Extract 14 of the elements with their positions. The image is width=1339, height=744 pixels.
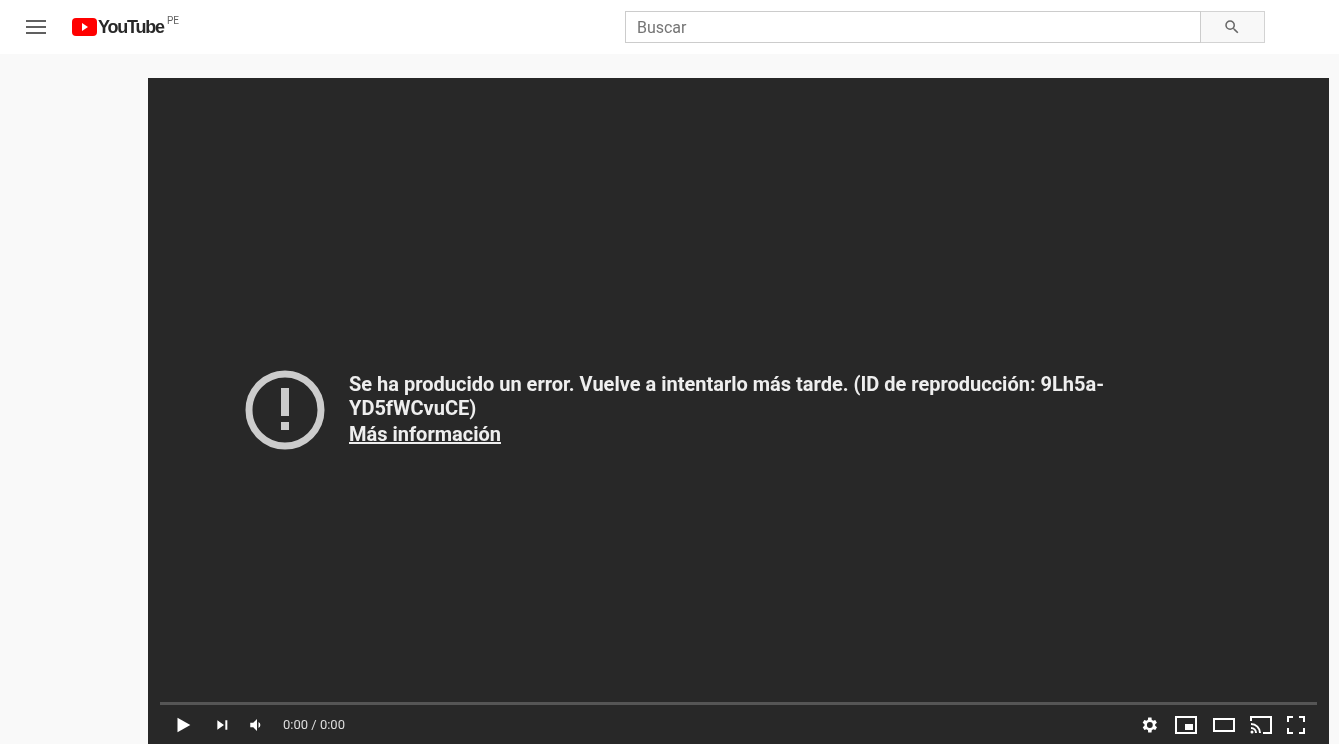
search-field[interactable]: Buscar (624, 11, 1201, 43)
logo-text[interactable]: YouTube (98, 16, 164, 38)
menu-icon[interactable] (26, 20, 46, 34)
region-label: PE (166, 16, 179, 26)
miniplayer-icon[interactable] (1175, 715, 1197, 734)
search-button[interactable] (1200, 11, 1265, 43)
time-display: 0:00 / 0:00 (283, 715, 345, 734)
cast-icon[interactable] (1249, 715, 1273, 734)
fullscreen-icon[interactable] (1287, 715, 1305, 734)
error-message: Se ha producido un error. Vuelve a intentarlo más tarde. (ID de reproducción: 9Lh5a-YD5fWCvuCE) (349, 372, 1106, 420)
theater-mode-icon[interactable] (1213, 717, 1235, 732)
more-info-link[interactable]: Más información (349, 420, 501, 448)
play-logo-icon (72, 18, 97, 36)
error-icon (245, 370, 325, 450)
